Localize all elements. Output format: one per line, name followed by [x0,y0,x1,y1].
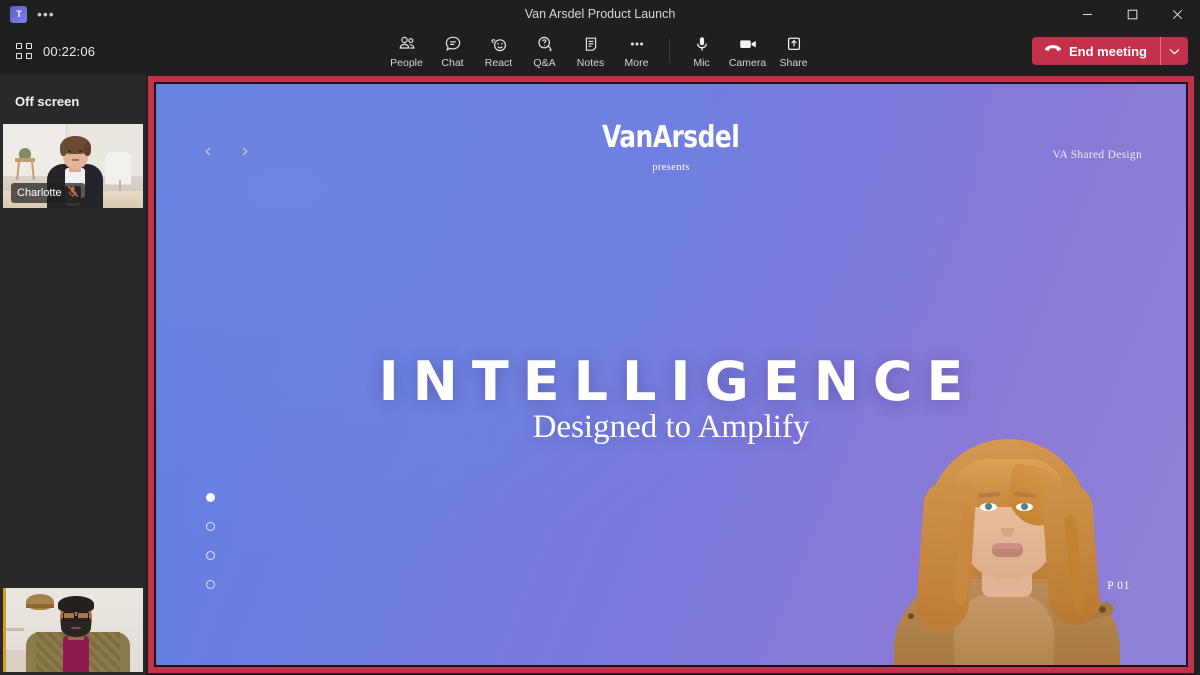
end-meeting-label: End meeting [1068,43,1147,59]
title-bar-overflow-icon[interactable]: ••• [37,7,55,21]
brand-logo-block: VanArsdel presents [156,120,1186,173]
pagination-dot-1[interactable] [206,493,215,502]
teams-meeting-window: T ••• Van Arsdel Product Launch 00:22:06 [0,0,1200,675]
participant-name: Charlotte [17,187,62,199]
camera-button[interactable]: Camera [725,32,771,71]
react-button[interactable]: React [476,32,522,71]
share-button[interactable]: Share [771,32,817,71]
qanda-label: Q&A [533,56,556,69]
close-button[interactable] [1155,0,1200,28]
previous-slide-button[interactable]: ‹ [204,142,212,161]
title-bar: T ••• Van Arsdel Product Launch [0,0,1200,28]
hangup-icon [1044,42,1062,60]
more-icon [627,34,647,55]
end-meeting-group: End meeting [1031,37,1188,65]
presentation-slide[interactable]: ‹ › VanArsdel presents VA Shared Design [156,84,1186,665]
participants-sidebar: Off screen Charlotte [0,74,146,675]
brand-tagline: presents [652,162,690,173]
pagination-dot-3[interactable] [206,551,215,560]
end-meeting-dropdown-button[interactable] [1161,37,1188,65]
meeting-timer: 00:22:06 [43,43,96,59]
react-label: React [484,56,513,69]
share-label: Share [779,56,808,69]
qanda-icon [535,34,555,55]
people-button[interactable]: People [384,32,430,71]
toolbar-right: End meeting [1018,37,1200,65]
off-screen-section-label: Off screen [15,94,80,109]
pagination-dot-2[interactable] [206,522,215,531]
slide-watermark: VA Shared Design [1052,149,1142,161]
microphone-muted-icon [67,185,79,201]
window-controls [1065,0,1200,28]
video-feed-participant-2 [6,588,143,672]
mic-label: Mic [693,56,710,69]
slide-pagination [206,493,215,589]
notes-button[interactable]: Notes [568,32,614,71]
slide-headline: INTELLIGENCE [378,350,978,413]
slide-subheadline: Designed to Amplify [532,409,810,445]
maximize-button[interactable] [1110,0,1155,28]
toolbar-left: 00:22:06 [0,43,95,59]
people-label: People [390,56,423,69]
microphone-icon [692,34,712,55]
people-icon [397,34,417,55]
teams-logo-icon: T [10,5,27,23]
camera-icon [737,34,759,55]
toolbar-divider [668,39,670,63]
notes-label: Notes [576,56,605,69]
presenter-cutout-image [858,425,1158,665]
brand-logo-text: VanArsdel [602,120,740,155]
pagination-dot-4[interactable] [206,580,215,589]
meeting-toolbar: 00:22:06 People Chat React Q&A Notes Mor… [0,28,1200,74]
qanda-button[interactable]: Q&A [522,32,568,71]
next-slide-button[interactable]: › [242,142,250,161]
chat-label: Chat [441,56,464,69]
grid-view-icon[interactable] [16,43,32,59]
mic-button[interactable]: Mic [679,32,725,71]
slide-navigation: ‹ › [204,142,249,161]
participant-tile-2[interactable] [3,588,143,672]
shared-content-stage: ‹ › VanArsdel presents VA Shared Design [148,76,1194,673]
minimize-button[interactable] [1065,0,1110,28]
participant-name-badge: Charlotte [11,183,85,203]
more-button[interactable]: More [614,32,660,71]
slide-page-number: P 01 [1107,580,1130,592]
chat-button[interactable]: Chat [430,32,476,71]
chevron-down-icon [1169,42,1180,60]
more-label: More [624,56,649,69]
title-bar-left: T ••• [0,5,200,23]
end-meeting-button[interactable]: End meeting [1032,37,1160,65]
chat-icon [443,34,463,55]
share-icon [784,34,804,55]
participant-tile-charlotte[interactable]: Charlotte [3,124,143,208]
notes-icon [581,34,601,55]
react-icon [489,34,509,55]
camera-label: Camera [728,56,767,69]
